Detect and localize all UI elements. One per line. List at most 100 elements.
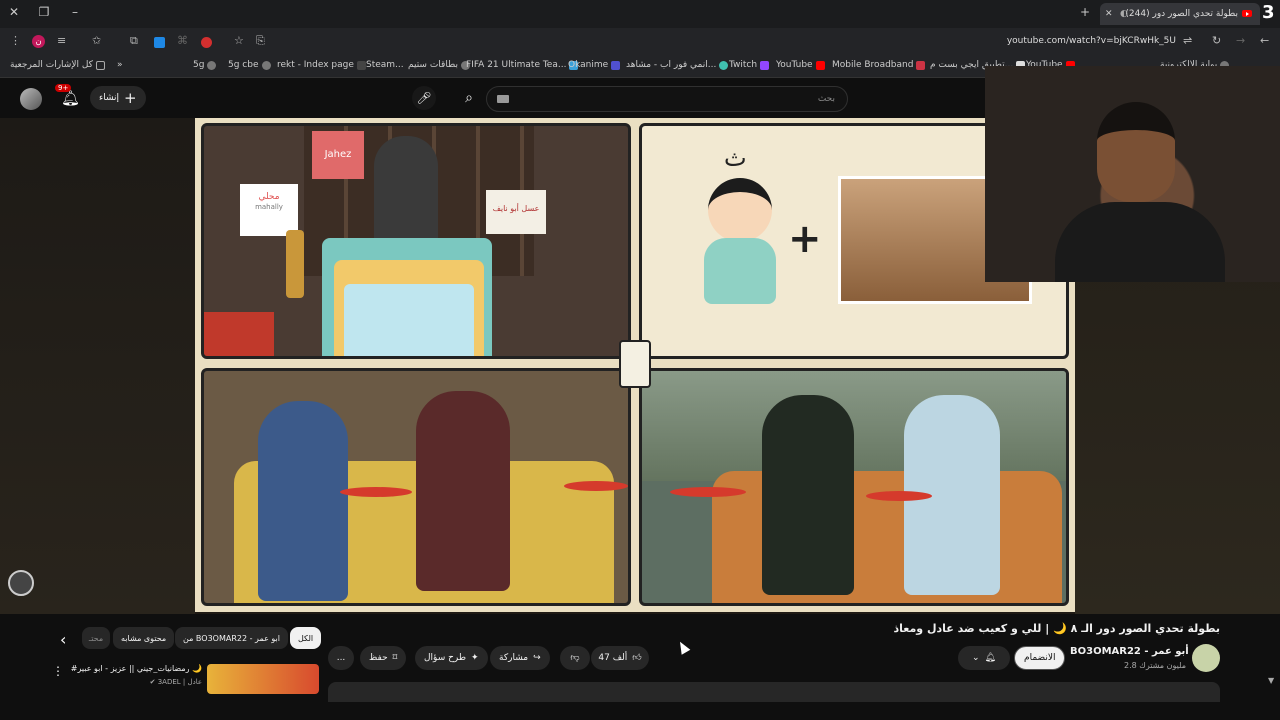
bookmark-item[interactable]: Twitch (729, 60, 770, 70)
minimize-window-icon[interactable]: – (67, 5, 83, 19)
bookmark-item[interactable]: Steam... (366, 60, 404, 70)
head-shape (708, 178, 772, 242)
search-button[interactable]: ⌕ (456, 86, 482, 110)
bookmark-item[interactable]: 5g (193, 60, 217, 70)
mascot-icon (619, 340, 651, 388)
ask-label: طرح سؤال (424, 653, 467, 663)
recommended-menu-icon[interactable]: ⋮ (52, 664, 64, 678)
sponsor-box-jahez: Jahez (312, 131, 364, 179)
chip-all[interactable]: الكل (290, 627, 322, 649)
subscribed-bell-button[interactable]: ⌄ 🔔︎ (958, 646, 1010, 670)
bookmark-page-icon[interactable]: ☆ (234, 34, 244, 47)
extension-blue-icon[interactable] (154, 37, 165, 48)
restore-window-icon[interactable]: ❐ (36, 5, 52, 19)
search-icon: ⌕ (465, 90, 473, 106)
browser-titlebar: ✕ ❐ – + ◐ ✕ (244) بطولة تحدي الصور دور 3 (0, 0, 1280, 28)
browser-tab-active[interactable]: ◐ ✕ (244) بطولة تحدي الصور دور (1100, 3, 1260, 25)
bookmark-label: Mobile Broadband (832, 60, 914, 70)
create-label: إنشاء (99, 93, 120, 103)
site-settings-icon[interactable]: ⇌ (1183, 34, 1192, 47)
video-frame[interactable]: Jahez محلي mahally عسل أبو نايف ث + (195, 118, 1075, 612)
reload-icon[interactable]: ↻ (1212, 34, 1221, 47)
like-button[interactable]: 47 ألف 👍︎ (591, 646, 649, 670)
close-window-icon[interactable]: ✕ (6, 5, 22, 19)
bookmark-item[interactable]: FIFA 21 Ultimate Tea... (466, 60, 579, 70)
new-tab-icon[interactable]: + (1077, 5, 1093, 19)
dislike-button[interactable]: 👎︎ (560, 646, 590, 670)
recommended-channel: ✔︎ 3ADEL | عادل (120, 678, 202, 686)
recommended-channel-name: 3ADEL | عادل (157, 678, 202, 686)
bookmark-item[interactable]: بطاقات ستيم (408, 60, 470, 70)
adblock-icon[interactable] (201, 37, 212, 48)
chip-related[interactable]: محتوى مشابه (113, 627, 175, 649)
tab-title: (244) بطولة تحدي الصور دور (1125, 9, 1238, 19)
page-icon (356, 60, 366, 70)
okanime-icon (611, 60, 621, 70)
chips-prev-icon[interactable]: ‹ (60, 630, 66, 649)
chip-label: الكل (298, 633, 314, 643)
forward-icon[interactable]: → (1236, 34, 1245, 47)
ask-button[interactable]: طرح سؤال ✦ (415, 646, 488, 670)
sponsor-label: Jahez (324, 149, 352, 160)
create-button[interactable]: إنشاء + (90, 86, 146, 110)
bookmark-label: انمي فور اب - مشاهد... (626, 60, 717, 70)
profile-avatar-icon[interactable]: ن (32, 35, 45, 48)
share-icon: ↪ (533, 653, 541, 663)
search-input[interactable]: بحث (486, 86, 848, 112)
back-icon[interactable]: ← (1260, 34, 1269, 47)
extension-gray-icon[interactable]: ⌘ (177, 34, 188, 47)
chip-label: محتـ (88, 633, 104, 643)
description-box[interactable] (328, 682, 1220, 702)
bookmarks-overflow-icon[interactable]: » (117, 60, 123, 70)
bookmark-label: rekt - Index page (277, 60, 354, 70)
chip-from-channel[interactable]: من BO3OMAR22 - ابو عمر (175, 627, 288, 649)
body-shape (704, 238, 776, 304)
install-app-icon[interactable]: ⎘ (256, 34, 265, 48)
recommended-title[interactable]: #رمضانيات_جيني || عزيز - ابو عبير 🌙 (66, 664, 202, 673)
bookmark-item[interactable]: Mobile Broadband (832, 60, 926, 70)
channel-watermark-icon[interactable] (8, 570, 34, 596)
voice-search-button[interactable]: 🎤︎ (412, 86, 436, 110)
plus-icon: + (124, 89, 137, 107)
more-dots-icon: ... (336, 653, 346, 663)
watch-metadata: بطولة تحدي الصور دور الـ ٨ 🌙 | للي و كعي… (0, 614, 1280, 720)
join-button[interactable]: الانضمام (1014, 646, 1066, 670)
search-placeholder: بحث (817, 94, 835, 104)
account-avatar[interactable] (20, 88, 42, 110)
reading-list-icon[interactable]: ≡ (57, 34, 66, 47)
menu-dots-icon[interactable]: ⋮ (10, 34, 21, 47)
bookmarks-star-icon[interactable]: ✩ (92, 34, 101, 47)
streamer-body-shape (1055, 202, 1225, 282)
tab-mute-icon[interactable]: ◐ (1120, 9, 1128, 19)
page-scroll-down-icon[interactable]: ▼ (1268, 676, 1274, 685)
red-table-shape (340, 487, 412, 497)
bookmark-item[interactable]: YouTube (776, 60, 825, 70)
likes-count: 47 ألف (598, 653, 628, 663)
chip-more[interactable]: محتـ (82, 627, 110, 649)
microphone-icon: 🎤︎ (416, 91, 432, 105)
webcam-overlay (985, 66, 1280, 282)
recommended-thumbnail[interactable] (207, 664, 319, 694)
save-label: حفظ (369, 653, 388, 663)
extensions-icon[interactable]: ⧉ (130, 34, 138, 48)
globe-icon (261, 60, 271, 70)
bookmark-item[interactable]: rekt - Index page (277, 60, 366, 70)
tab-close-icon[interactable]: ✕ (1105, 9, 1113, 19)
bookmark-item[interactable]: انمي فور اب - مشاهد... (626, 60, 729, 70)
bookmark-item[interactable]: 5g cbe (228, 60, 271, 70)
bookmark-item[interactable]: Okanime (568, 60, 621, 70)
mouse-cursor-icon (675, 639, 691, 655)
keyboard-icon[interactable] (497, 95, 509, 103)
anime-icon (719, 60, 729, 70)
notifications-button[interactable]: 🔔︎ 9+ (55, 84, 80, 110)
red-table-shape (564, 481, 628, 491)
share-button[interactable]: مشاركة ↪ (490, 646, 550, 670)
more-actions-button[interactable]: ... (328, 646, 354, 670)
youtube-icon (815, 60, 825, 70)
channel-avatar[interactable] (1192, 644, 1220, 672)
save-button[interactable]: حفظ ⌑ (360, 646, 407, 670)
address-url[interactable]: youtube.com/watch?v=bjKCRwHk_5U (1000, 36, 1176, 46)
channel-name[interactable]: BO3OMAR22 - أبو عمر (1070, 646, 1189, 657)
bookmark-all[interactable]: كل الإشارات المرجعية (10, 60, 105, 70)
bookmark-label: بطاقات ستيم (408, 60, 458, 70)
